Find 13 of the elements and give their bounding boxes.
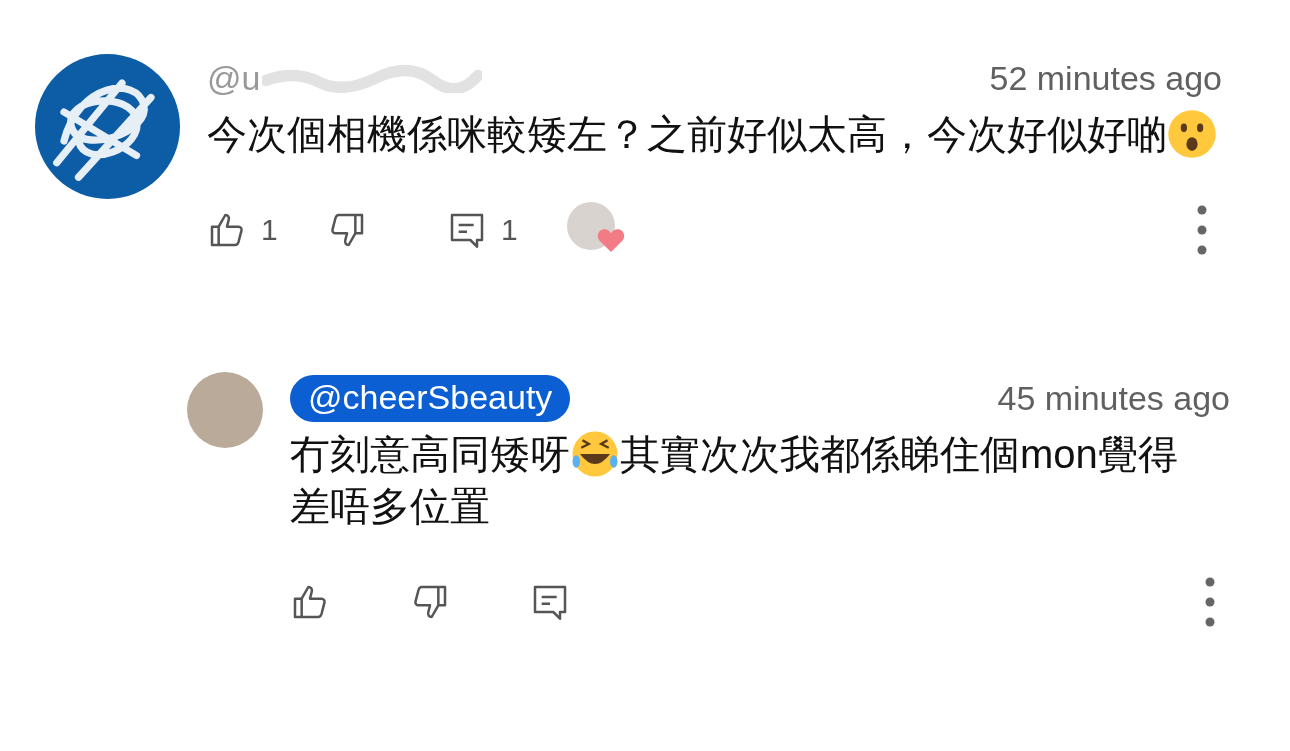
- comment-text: 冇刻意高同矮呀: [290, 431, 570, 478]
- comment-text: 差唔多位置: [290, 483, 490, 530]
- surprised-face-icon: [1167, 109, 1217, 159]
- like-count: 1: [261, 213, 278, 247]
- reply-count: 1: [501, 213, 518, 247]
- timestamp: 45 minutes ago: [997, 378, 1230, 418]
- comment-text: 今次個相機係咪較矮左？之前好似太高，今次好似好啲: [207, 111, 1167, 158]
- more-options-icon[interactable]: [1196, 205, 1208, 255]
- laughing-face-icon: [570, 429, 620, 479]
- author-name[interactable]: @cheerSbeauty: [290, 374, 571, 422]
- timestamp: 52 minutes ago: [989, 58, 1222, 98]
- comment-text: 其實次次我都係睇住個mon覺得: [620, 431, 1178, 478]
- more-options-icon[interactable]: [1204, 577, 1216, 627]
